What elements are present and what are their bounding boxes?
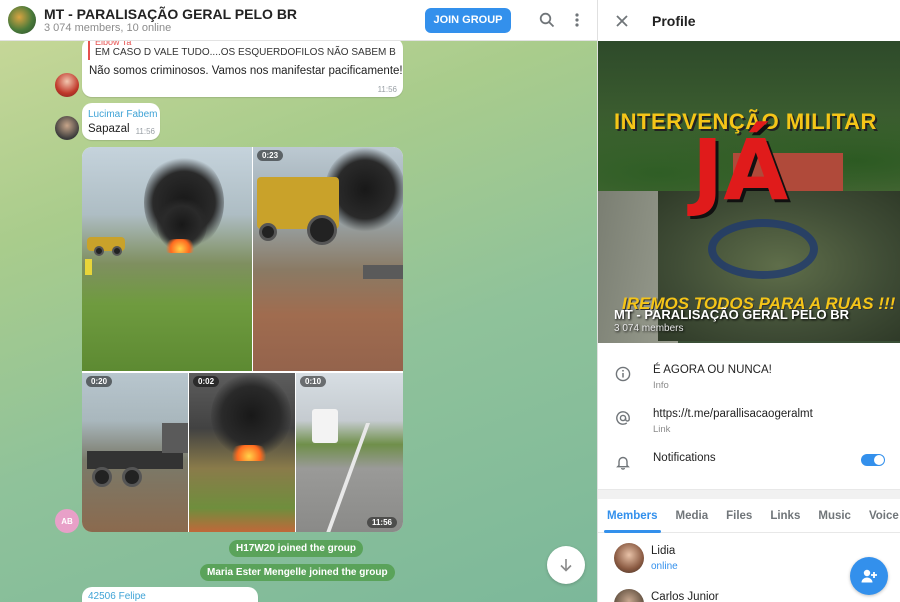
avatar[interactable] <box>55 73 79 97</box>
info-label: Link <box>653 424 671 435</box>
video-duration: 0:10 <box>300 376 327 387</box>
reply-quote[interactable]: Elbow Ta EM CASO D VALE TUDO....OS ESQUE… <box>88 38 396 60</box>
message-bubble[interactable]: 42506 Felipe <box>82 587 258 602</box>
arrow-down-icon <box>560 559 572 572</box>
more-icon[interactable] <box>567 10 587 30</box>
close-icon[interactable] <box>612 11 632 31</box>
video-duration: 0:23 <box>257 150 284 161</box>
message-time: 11:56 <box>366 517 397 528</box>
profile-title: Profile <box>652 12 696 29</box>
video-duration: 0:02 <box>193 376 220 387</box>
info-row-link[interactable]: https://t.me/parallisacaogeralmt Link <box>598 395 900 439</box>
profile-cover-image[interactable]: INTERVENÇÃO MILITAR JÁ IREMOS TODOS PARA… <box>598 41 900 343</box>
avatar <box>614 543 644 573</box>
notifications-toggle[interactable] <box>861 454 885 466</box>
info-row-notifications[interactable]: Notifications <box>598 439 900 483</box>
info-icon <box>614 365 632 383</box>
scroll-down-button[interactable] <box>547 546 585 584</box>
info-row-description[interactable]: É AGORA OU NUNCA! Info <box>598 351 900 395</box>
tab-links[interactable]: Links <box>761 499 809 533</box>
notifications-label: Notifications <box>653 452 716 464</box>
profile-header: Profile <box>598 0 900 41</box>
video-duration: 0:20 <box>86 376 113 387</box>
add-member-button[interactable] <box>850 557 888 595</box>
info-label: Info <box>653 380 669 391</box>
video-tile[interactable]: 0:10 11:56 <box>296 373 403 532</box>
join-group-button[interactable]: JOIN GROUP <box>425 7 511 33</box>
service-message: H17W20 joined the group <box>229 540 364 557</box>
member-status: online <box>651 561 678 572</box>
cover-big-word: JÁ <box>692 121 789 219</box>
link-value[interactable]: https://t.me/parallisacaogeralmt <box>653 408 813 420</box>
message-bubble[interactable]: Lucimar Fabem Sapazal 11:56 <box>82 103 160 140</box>
at-sign-icon <box>614 409 632 427</box>
chat-title: MT - PARALISAÇÃO GERAL PELO BR <box>44 5 298 22</box>
video-tile[interactable]: 0:20 <box>82 373 188 532</box>
tab-members[interactable]: Members <box>598 499 667 533</box>
avatar[interactable]: AB <box>55 509 79 533</box>
member-name: Lidia <box>651 545 676 557</box>
search-icon[interactable] <box>537 10 557 30</box>
message-sender[interactable]: Lucimar Fabem <box>88 109 157 120</box>
divider <box>598 489 900 499</box>
media-album: 0:23 0:20 0:02 0:10 11:56 <box>82 147 403 532</box>
profile-panel: Profile INTERVENÇÃO MILITAR JÁ IREMOS TO… <box>597 0 900 602</box>
add-user-icon <box>861 569 877 583</box>
message-time: 11:56 <box>135 127 155 136</box>
video-tile[interactable]: 0:02 <box>189 373 295 532</box>
message-sender[interactable]: 42506 Felipe <box>88 591 146 602</box>
message-time: 11:56 <box>377 85 397 94</box>
member-name: Carlos Junior <box>651 591 719 602</box>
chat-title-block[interactable]: MT - PARALISAÇÃO GERAL PELO BR 3 074 mem… <box>44 6 425 35</box>
profile-tabs: Members Media Files Links Music Voice <box>598 499 900 533</box>
message-bubble[interactable]: Elbow Ta EM CASO D VALE TUDO....OS ESQUE… <box>82 38 403 97</box>
bell-icon <box>614 453 632 471</box>
message-text: Não somos criminosos. Vamos nos manifest… <box>89 65 403 77</box>
tab-files[interactable]: Files <box>717 499 761 533</box>
tab-voice[interactable]: Voice <box>860 499 900 533</box>
profile-name: MT - PARALISAÇÃO GERAL PELO BR <box>614 307 849 322</box>
chat-member-count: 3 074 members, 10 online <box>44 21 172 34</box>
chat-panel: MT - PARALISAÇÃO GERAL PELO BR 3 074 mem… <box>0 0 597 602</box>
avatar <box>614 589 644 602</box>
avatar[interactable] <box>55 116 79 140</box>
video-tile[interactable]: 0:23 <box>253 147 403 371</box>
service-message: Maria Ester Mengelle joined the group <box>200 564 395 581</box>
group-avatar[interactable] <box>8 6 36 34</box>
info-value: É AGORA OU NUNCA! <box>653 364 772 376</box>
profile-member-count: 3 074 members <box>614 323 684 334</box>
chat-header: MT - PARALISAÇÃO GERAL PELO BR 3 074 mem… <box>0 0 597 41</box>
message-text: Sapazal <box>88 123 130 135</box>
tab-music[interactable]: Music <box>809 499 860 533</box>
tab-media[interactable]: Media <box>667 499 718 533</box>
photo-tile[interactable] <box>82 147 252 371</box>
reply-text: EM CASO D VALE TUDO....OS ESQUERDOFILOS … <box>95 47 396 58</box>
